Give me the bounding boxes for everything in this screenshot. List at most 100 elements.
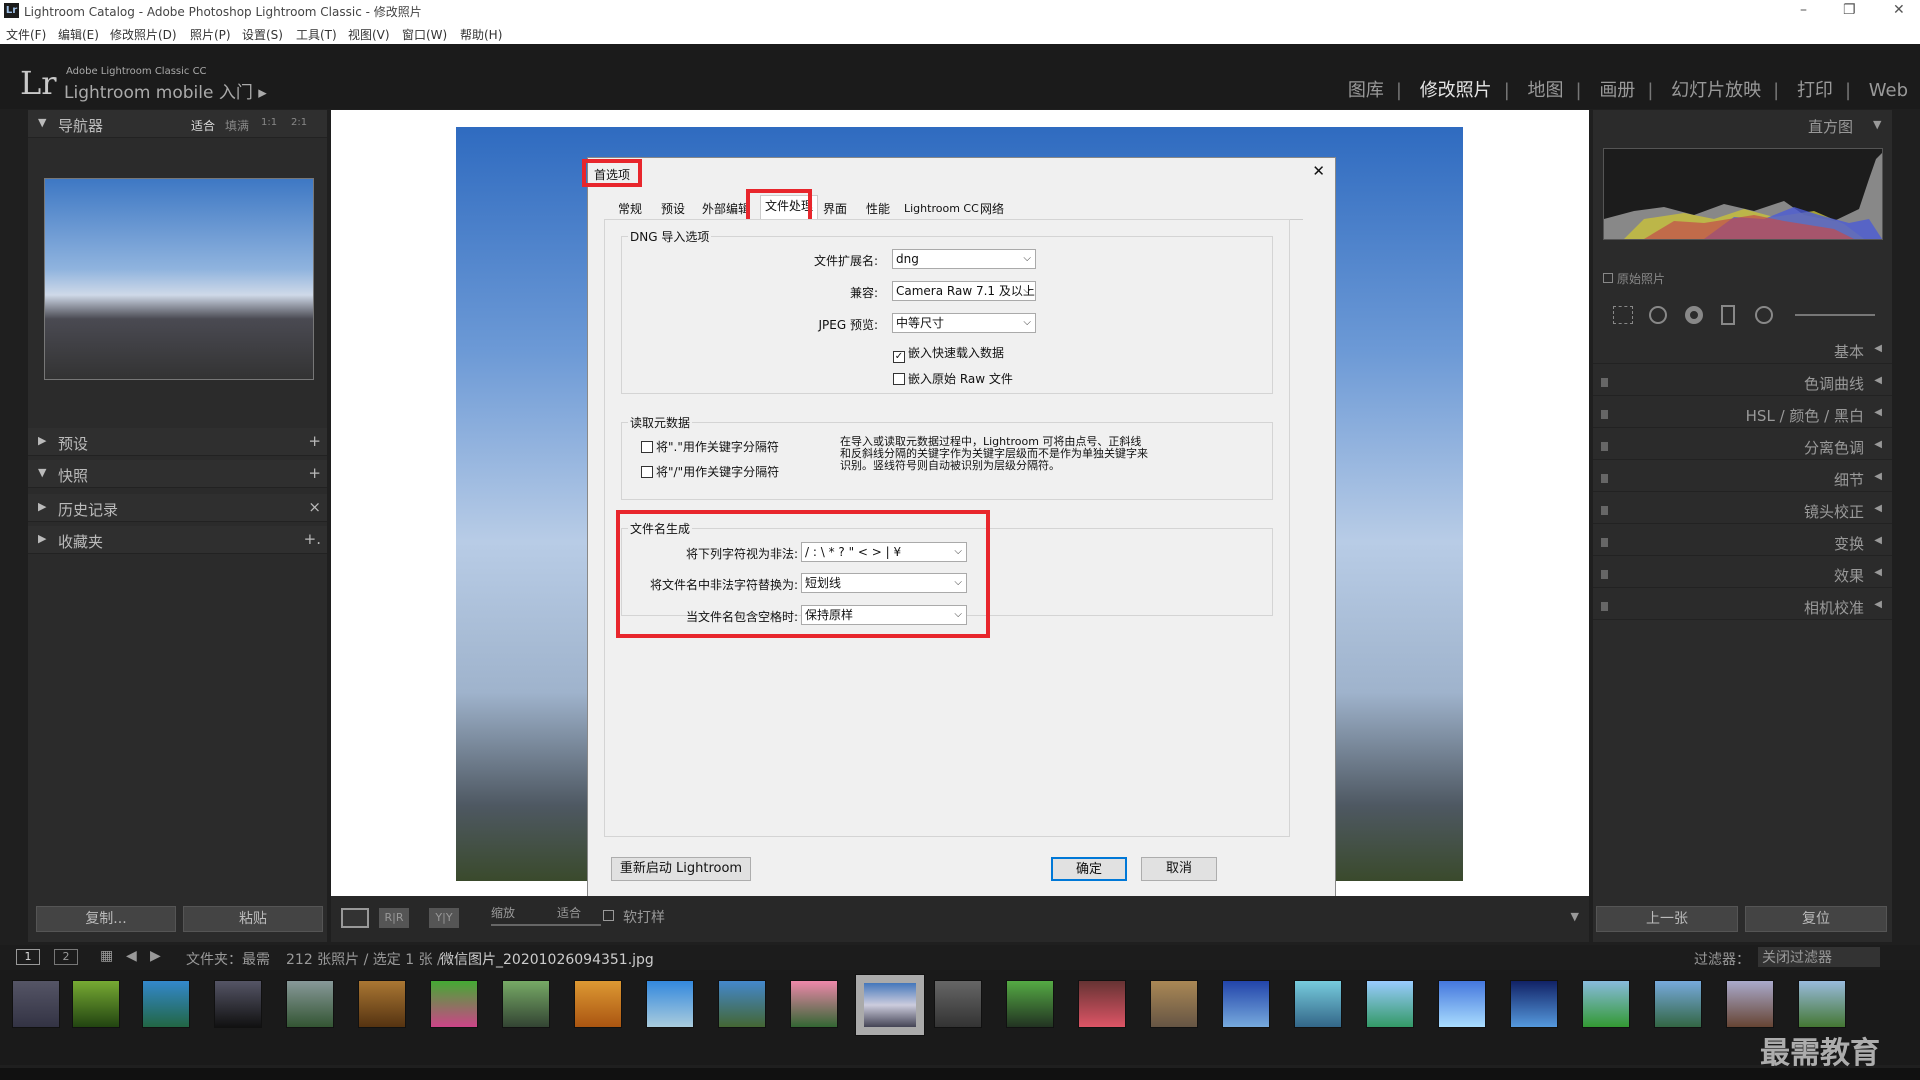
module-slideshow[interactable]: 幻灯片放映 — [1671, 80, 1761, 101]
basic-section[interactable]: 基本 ◀ — [1593, 336, 1892, 364]
current-file[interactable]: 微信图片_20201026094351.jpg — [440, 949, 654, 969]
filmstrip-thumb[interactable] — [1510, 980, 1558, 1028]
module-book[interactable]: 画册 — [1599, 80, 1635, 101]
checkbox-icon[interactable] — [603, 910, 614, 921]
toggle-switch-icon[interactable] — [1601, 410, 1608, 419]
zoom-slider[interactable] — [491, 924, 601, 926]
filmstrip-thumb[interactable] — [934, 980, 982, 1028]
presets-header[interactable]: ▶ 预设 + — [28, 428, 327, 456]
loupe-view-icon[interactable] — [341, 908, 369, 928]
crop-tool-icon[interactable] — [1613, 306, 1633, 324]
menu-tools[interactable]: 工具(T) — [296, 26, 337, 43]
toggle-switch-icon[interactable] — [1601, 378, 1608, 387]
split-toning-section[interactable]: 分离色调 ◀ — [1593, 432, 1892, 460]
menu-help[interactable]: 帮助(H) — [460, 26, 502, 43]
filmstrip-thumb[interactable] — [1798, 980, 1846, 1028]
filmstrip-thumb[interactable] — [574, 980, 622, 1028]
toggle-switch-icon[interactable] — [1601, 442, 1608, 451]
tab-lightroom-cc[interactable]: Lightroom CC — [900, 199, 983, 219]
filmstrip-thumb[interactable] — [1366, 980, 1414, 1028]
filmstrip-thumb[interactable] — [286, 980, 334, 1028]
detail-section[interactable]: 细节 ◀ — [1593, 464, 1892, 492]
jpeg-preview-select[interactable]: 中等尺寸 ⌵ — [892, 313, 1036, 333]
filter-select[interactable]: 关闭过滤器 — [1758, 947, 1880, 967]
grid-icon[interactable]: ▦ — [100, 948, 113, 964]
toggle-switch-icon[interactable] — [1601, 474, 1608, 483]
red-eye-icon[interactable] — [1685, 306, 1703, 324]
filmstrip-thumb[interactable] — [142, 980, 190, 1028]
zoom-1-1[interactable]: 1:1 — [261, 117, 277, 128]
lens-correction-section[interactable]: 镜头校正 ◀ — [1593, 496, 1892, 524]
filmstrip-thumb[interactable] — [72, 980, 120, 1028]
graduated-filter-icon[interactable] — [1721, 305, 1735, 325]
filmstrip-thumb[interactable] — [430, 980, 478, 1028]
tab-network[interactable]: 网络 — [976, 199, 1008, 219]
filmstrip-thumb[interactable] — [1726, 980, 1774, 1028]
embed-raw-checkbox[interactable]: 嵌入原始 Raw 文件 — [893, 370, 1013, 387]
illegal-chars-select[interactable]: / : \ * ? " < > | ¥ ⌵ — [801, 542, 967, 562]
module-library[interactable]: 图库 — [1348, 80, 1384, 101]
history-header[interactable]: ▶ 历史记录 × — [28, 494, 327, 522]
module-map[interactable]: 地图 — [1528, 80, 1564, 101]
toggle-switch-icon[interactable] — [1601, 506, 1608, 515]
previous-button[interactable]: 上一张 — [1596, 906, 1738, 932]
ok-button[interactable]: 确定 — [1051, 857, 1127, 881]
module-print[interactable]: 打印 — [1797, 80, 1833, 101]
clear-history-button[interactable]: × — [308, 498, 321, 516]
menu-window[interactable]: 窗口(W) — [402, 26, 447, 43]
collections-header[interactable]: ▶ 收藏夹 +. — [28, 526, 327, 554]
camera-calibration-section[interactable]: 相机校准 ◀ — [1593, 592, 1892, 620]
forward-arrow-icon[interactable]: ▶ — [150, 948, 161, 964]
radial-filter-icon[interactable] — [1755, 306, 1773, 324]
filmstrip-thumb[interactable] — [502, 980, 550, 1028]
second-window-button[interactable]: 2 — [54, 949, 78, 965]
filmstrip-thumb[interactable] — [1654, 980, 1702, 1028]
add-snapshot-button[interactable]: + — [308, 464, 321, 482]
module-develop[interactable]: 修改照片 — [1420, 80, 1492, 101]
filmstrip-thumb[interactable] — [12, 980, 60, 1028]
dot-separator-checkbox[interactable]: 将"."用作关键字分隔符 — [641, 438, 779, 455]
filmstrip-thumb[interactable] — [1294, 980, 1342, 1028]
filmstrip-thumb[interactable] — [718, 980, 766, 1028]
filmstrip-thumb[interactable] — [646, 980, 694, 1028]
zoom-2-1[interactable]: 2:1 — [291, 117, 307, 128]
brush-slider[interactable] — [1795, 314, 1875, 316]
transform-section[interactable]: 变换 ◀ — [1593, 528, 1892, 556]
navigator-header[interactable]: ▼ 导航器 适合 填满 1:1 2:1 — [28, 110, 327, 138]
menu-edit[interactable]: 编辑(E) — [58, 26, 99, 43]
slash-separator-checkbox[interactable]: 将"/"用作关键字分隔符 — [641, 463, 779, 480]
spot-removal-icon[interactable] — [1649, 306, 1667, 324]
effects-section[interactable]: 效果 ◀ — [1593, 560, 1892, 588]
mobile-link[interactable]: Lightroom mobile 入门 ▸ — [64, 78, 267, 103]
restart-lightroom-button[interactable]: 重新启动 Lightroom — [611, 857, 751, 881]
before-after-swap-icon[interactable]: Y|Y — [429, 908, 459, 928]
toggle-switch-icon[interactable] — [1601, 570, 1608, 579]
toggle-switch-icon[interactable] — [1601, 602, 1608, 611]
reset-button[interactable]: 复位 — [1745, 906, 1887, 932]
filmstrip-thumb[interactable] — [1222, 980, 1270, 1028]
snapshots-header[interactable]: ▼ 快照 + — [28, 460, 327, 488]
extension-select[interactable]: dng ⌵ — [892, 249, 1036, 269]
spaces-select[interactable]: 保持原样 ⌵ — [801, 605, 967, 625]
hsl-section[interactable]: HSL / 颜色 / 黑白 ◀ — [1593, 400, 1892, 428]
filmstrip-thumb[interactable] — [214, 980, 262, 1028]
filmstrip-thumb[interactable] — [1006, 980, 1054, 1028]
zoom-fit[interactable]: 适合 — [191, 117, 215, 134]
cancel-button[interactable]: 取消 — [1141, 857, 1217, 881]
tab-presets[interactable]: 预设 — [657, 199, 689, 219]
main-window-button[interactable]: 1 — [16, 949, 40, 965]
filmstrip-thumb[interactable] — [790, 980, 838, 1028]
copy-settings-button[interactable]: 复制... — [36, 906, 176, 932]
replace-chars-select[interactable]: 短划线 ⌵ — [801, 573, 967, 593]
toggle-switch-icon[interactable] — [1601, 538, 1608, 547]
menu-view[interactable]: 视图(V) — [348, 26, 390, 43]
filmstrip-thumb[interactable] — [1438, 980, 1486, 1028]
restore-button[interactable]: ❐ — [1843, 2, 1856, 18]
filmstrip-thumb[interactable] — [358, 980, 406, 1028]
dialog-close-button[interactable]: ✕ — [1312, 162, 1325, 180]
navigator-preview[interactable] — [44, 178, 314, 380]
minimize-button[interactable]: – — [1800, 2, 1807, 18]
toolbar-menu-icon[interactable]: ▼ — [1571, 910, 1579, 923]
original-photo-checkbox[interactable]: 原始照片 — [1603, 270, 1665, 287]
menu-settings[interactable]: 设置(S) — [242, 26, 283, 43]
